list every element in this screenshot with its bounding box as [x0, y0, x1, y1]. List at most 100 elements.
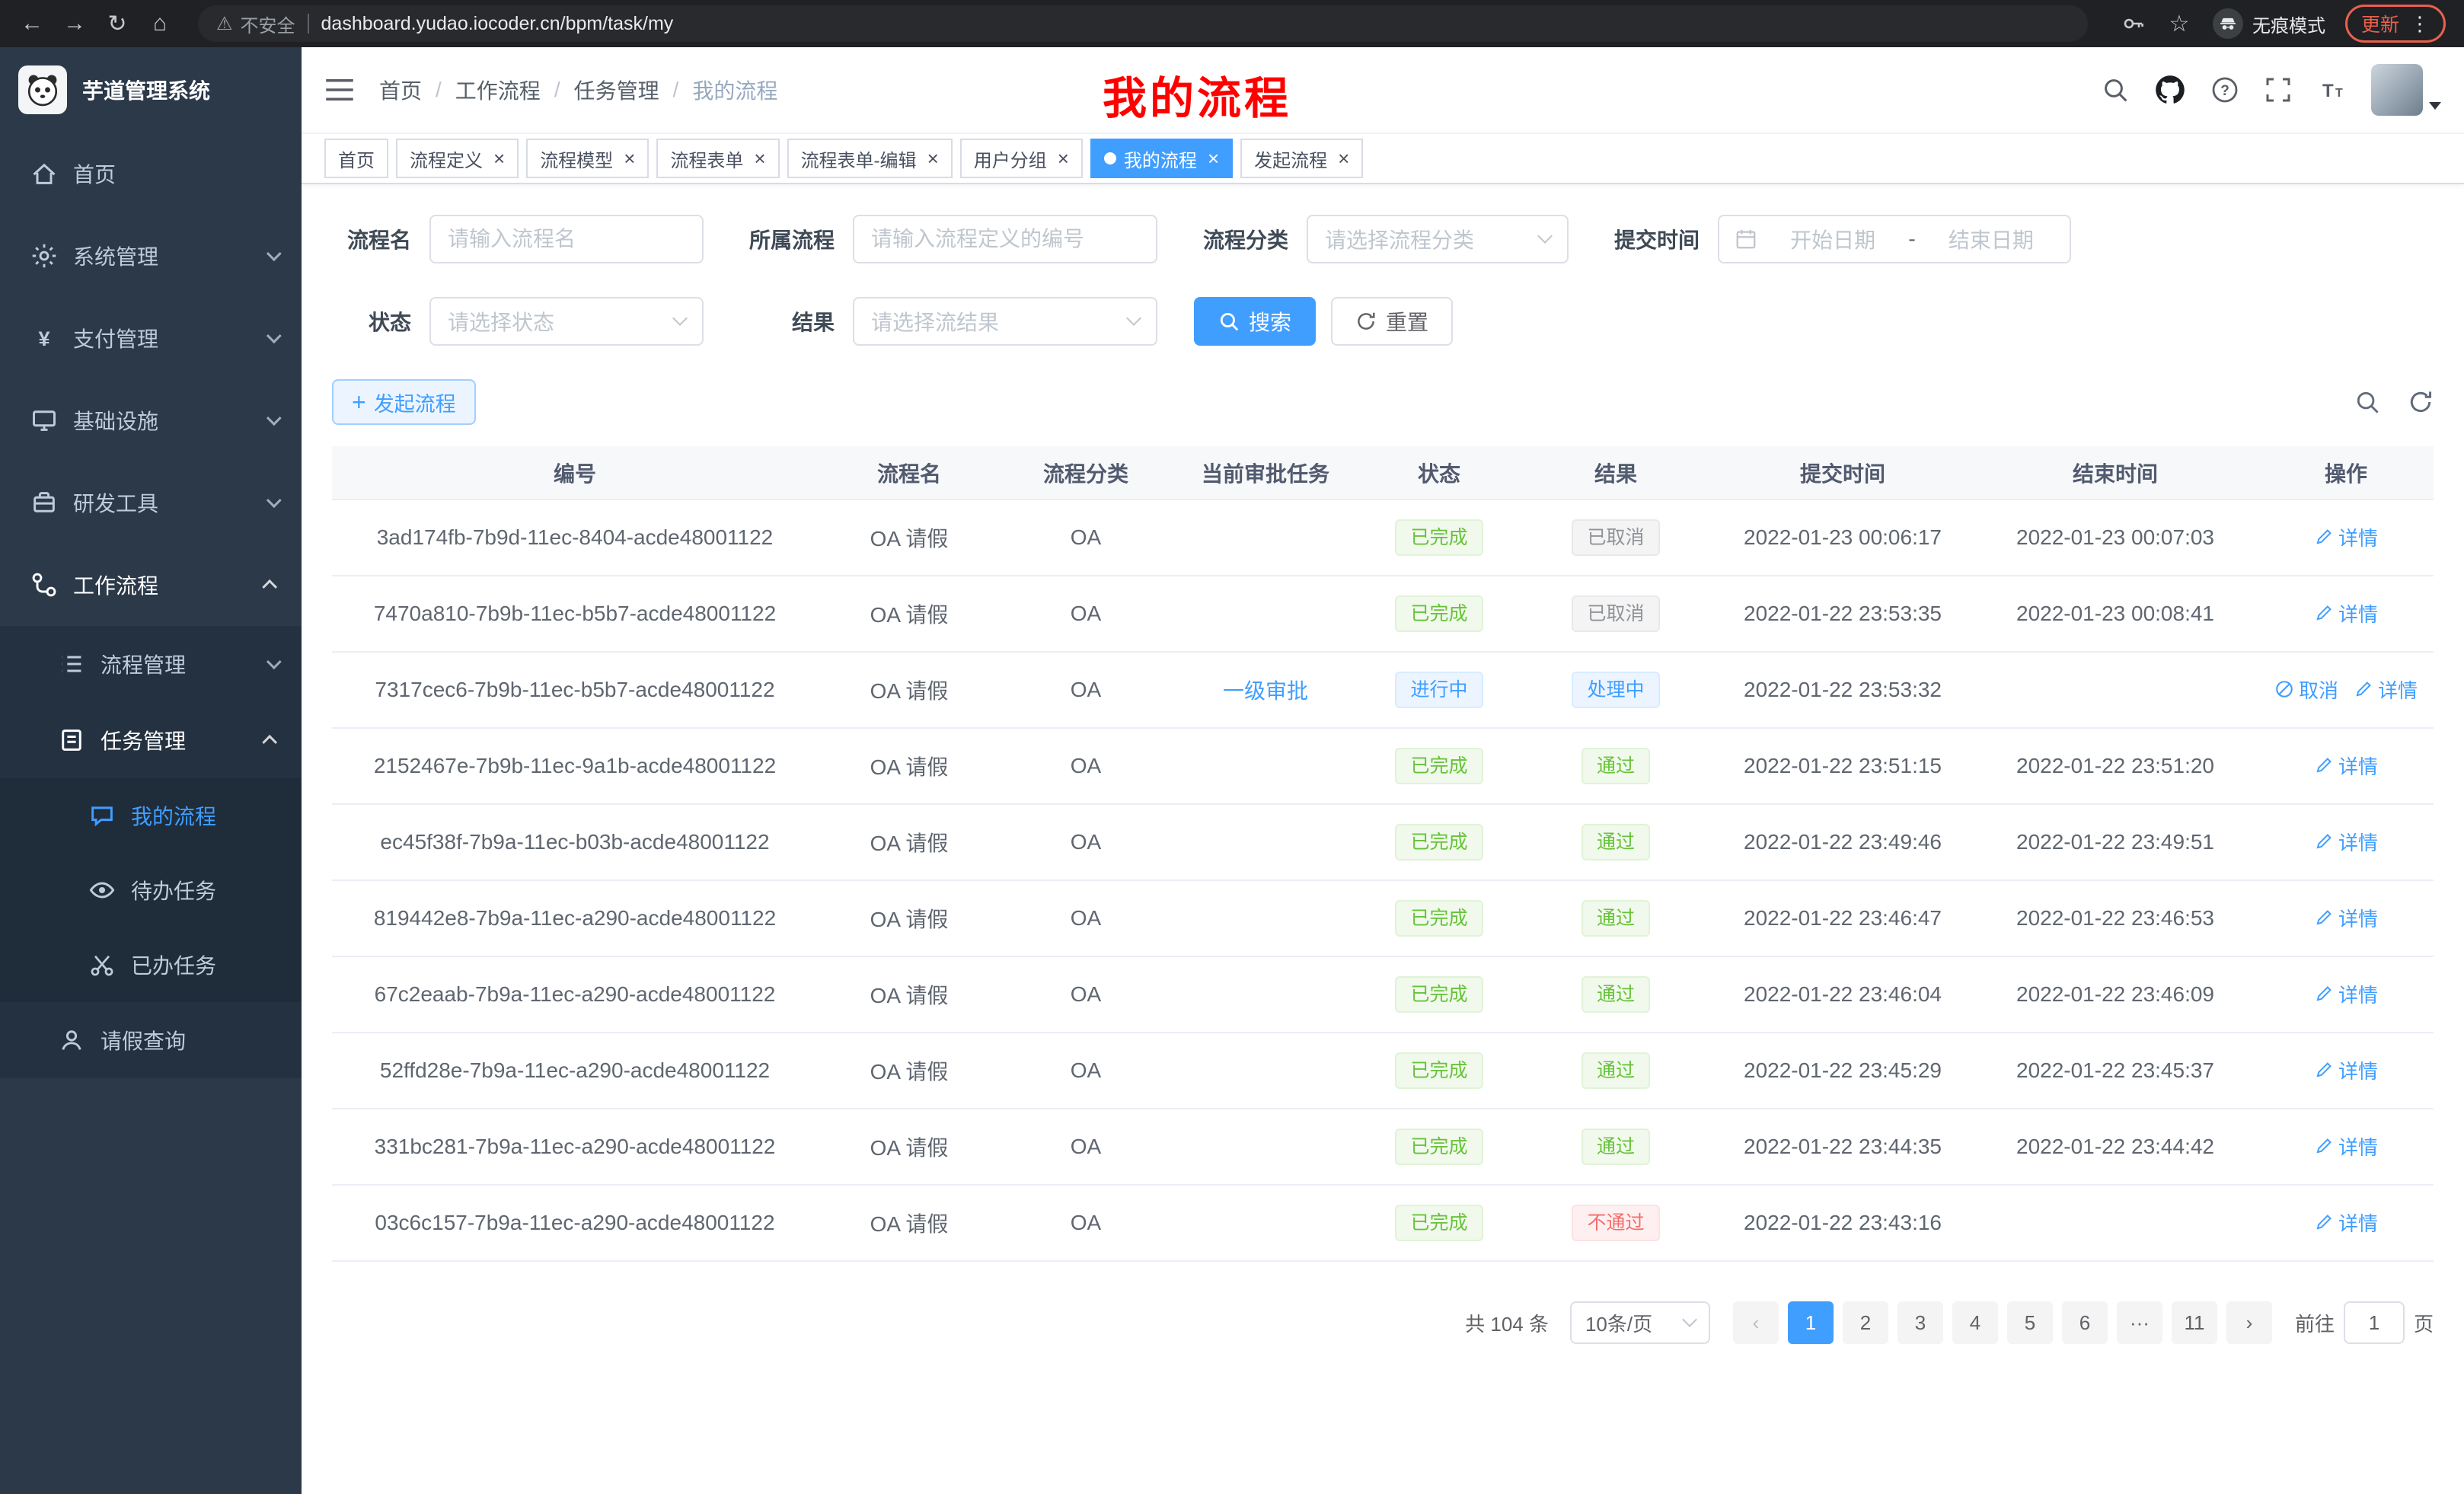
status-select[interactable]: 请选择状态 [429, 297, 704, 346]
page-button-4[interactable]: 4 [1952, 1301, 1998, 1344]
close-icon[interactable]: × [927, 148, 939, 168]
goto-page-input[interactable] [2344, 1301, 2405, 1344]
next-page-button[interactable]: › [2226, 1301, 2272, 1344]
back-icon[interactable]: ← [18, 11, 46, 37]
detail-label: 详情 [2338, 1056, 2378, 1084]
breadcrumb-item[interactable]: 任务管理 [574, 75, 659, 105]
cell-end-time: 2022-01-22 23:49:51 [1972, 804, 2258, 880]
sidebar-item-dev-tools[interactable]: 研发工具 [0, 461, 302, 544]
cell-current-task [1171, 1033, 1360, 1109]
detail-button[interactable]: 详情 [2314, 1132, 2378, 1160]
breadcrumb-item[interactable]: 工作流程 [455, 75, 541, 105]
sidebar-item-payment-management[interactable]: ¥支付管理 [0, 297, 302, 379]
sidebar-item-done-tasks[interactable]: 已办任务 [0, 927, 302, 1002]
sidebar-item-task-management[interactable]: 任务管理 [0, 702, 302, 778]
tab-start-process[interactable]: 发起流程× [1240, 139, 1363, 178]
tab-process-form-edit[interactable]: 流程表单-编辑× [787, 139, 953, 178]
result-badge: 通过 [1581, 900, 1650, 937]
sidebar-item-leave-query[interactable]: 请假查询 [0, 1002, 302, 1078]
detail-button[interactable]: 详情 [2314, 980, 2378, 1008]
cell-actions: 详情 [2258, 1033, 2434, 1109]
search-button[interactable]: 搜索 [1194, 297, 1316, 346]
close-icon[interactable]: × [624, 148, 635, 168]
fullscreen-icon[interactable] [2265, 76, 2292, 104]
sidebar-item-system-management[interactable]: 系统管理 [0, 215, 302, 297]
tab-process-model[interactable]: 流程模型 × [526, 139, 649, 178]
user-menu[interactable] [2371, 64, 2441, 116]
key-icon[interactable] [2121, 11, 2146, 36]
cell-category: OA [1001, 1185, 1171, 1261]
github-icon[interactable] [2155, 75, 2185, 105]
browser-home-icon[interactable]: ⌂ [146, 11, 174, 37]
sidebar-item-todo-tasks[interactable]: 待办任务 [0, 853, 302, 927]
sidebar-item-workflow[interactable]: 工作流程 [0, 544, 302, 626]
page-button-6[interactable]: 6 [2062, 1301, 2108, 1344]
process-table: 编号流程名流程分类当前审批任务状态结果提交时间结束时间操作 3ad174fb-7… [332, 446, 2434, 1262]
detail-button[interactable]: 详情 [2314, 752, 2378, 780]
avatar[interactable] [2371, 64, 2423, 116]
forward-icon[interactable]: → [61, 11, 88, 37]
eye-icon [88, 876, 116, 904]
process-name-input[interactable] [429, 215, 704, 263]
reset-button[interactable]: 重置 [1331, 297, 1453, 346]
close-icon[interactable]: × [1058, 148, 1069, 168]
page-button-3[interactable]: 3 [1897, 1301, 1943, 1344]
update-button[interactable]: 更新 ⋮ [2345, 5, 2446, 43]
detail-button[interactable]: 详情 [2314, 599, 2378, 627]
sidebar-item-my-process[interactable]: 我的流程 [0, 778, 302, 853]
cell-id: 2152467e-7b9b-11ec-9a1b-acde48001122 [332, 728, 818, 804]
task-link[interactable]: 一级审批 [1223, 679, 1308, 703]
tab-my-process[interactable]: 我的流程× [1090, 139, 1233, 178]
detail-label: 详情 [2338, 904, 2378, 932]
close-icon[interactable]: × [493, 148, 505, 168]
breadcrumb-item[interactable]: 首页 [379, 75, 422, 105]
search-toggle-icon[interactable] [2354, 389, 2380, 415]
page-button-11[interactable]: 11 [2172, 1301, 2217, 1344]
reload-icon[interactable]: ↻ [104, 11, 131, 37]
more-pages-button[interactable]: ··· [2117, 1301, 2162, 1344]
close-icon[interactable]: × [754, 148, 765, 168]
tab-label: 流程模型 [540, 145, 613, 172]
browser-menu-icon[interactable]: ⋮ [2410, 12, 2430, 36]
page-button-1[interactable]: 1 [1788, 1301, 1834, 1344]
user-icon [58, 1026, 85, 1054]
page-size-select[interactable]: 10条/页 [1570, 1301, 1710, 1344]
sidebar-item-process-management[interactable]: 流程管理 [0, 626, 302, 702]
category-select[interactable]: 请选择流程分类 [1307, 215, 1569, 263]
cancel-button[interactable]: 取消 [2274, 675, 2338, 704]
tab-process-form[interactable]: 流程表单× [656, 139, 779, 178]
tab-process-definition[interactable]: 流程定义× [396, 139, 519, 178]
process-id-input[interactable] [853, 215, 1157, 263]
detail-button[interactable]: 详情 [2314, 828, 2378, 856]
security-warning[interactable]: ⚠ 不安全 [216, 11, 295, 37]
sidebar-item-infrastructure[interactable]: 基础设施 [0, 379, 302, 461]
refresh-table-icon[interactable] [2408, 389, 2434, 415]
cell-end-time [1972, 1185, 2258, 1261]
detail-button[interactable]: 详情 [2314, 904, 2378, 932]
detail-button[interactable]: 详情 [2314, 1056, 2378, 1084]
cell-submit-time: 2022-01-22 23:53:32 [1713, 652, 1972, 728]
cell-result: 通过 [1518, 728, 1713, 804]
start-process-button[interactable]: + 发起流程 [332, 379, 476, 425]
tab-home[interactable]: 首页 [324, 139, 388, 178]
tab-user-group[interactable]: 用户分组× [960, 139, 1083, 178]
page-button-5[interactable]: 5 [2007, 1301, 2053, 1344]
font-size-icon[interactable]: TT [2318, 76, 2345, 104]
logo[interactable]: 芋道管理系统 [0, 47, 302, 132]
detail-button[interactable]: 详情 [2314, 1208, 2378, 1237]
address-bar[interactable]: ⚠ 不安全 dashboard.yudao.iocoder.cn/bpm/tas… [198, 5, 2088, 42]
close-icon[interactable]: × [1208, 148, 1219, 168]
prev-page-button[interactable]: ‹ [1733, 1301, 1779, 1344]
cell-submit-time: 2022-01-22 23:53:35 [1713, 576, 1972, 652]
page-button-2[interactable]: 2 [1843, 1301, 1888, 1344]
submit-time-range-picker[interactable]: 开始日期 - 结束日期 [1718, 215, 2071, 263]
detail-button[interactable]: 详情 [2354, 675, 2418, 704]
hamburger-icon[interactable] [324, 78, 355, 102]
result-select[interactable]: 请选择流结果 [853, 297, 1157, 346]
help-icon[interactable]: ? [2211, 76, 2239, 104]
sidebar-item-home[interactable]: 首页 [0, 132, 302, 215]
close-icon[interactable]: × [1338, 148, 1349, 168]
search-icon[interactable] [2102, 76, 2129, 104]
bookmark-star-icon[interactable]: ☆ [2166, 11, 2193, 37]
detail-button[interactable]: 详情 [2314, 523, 2378, 551]
